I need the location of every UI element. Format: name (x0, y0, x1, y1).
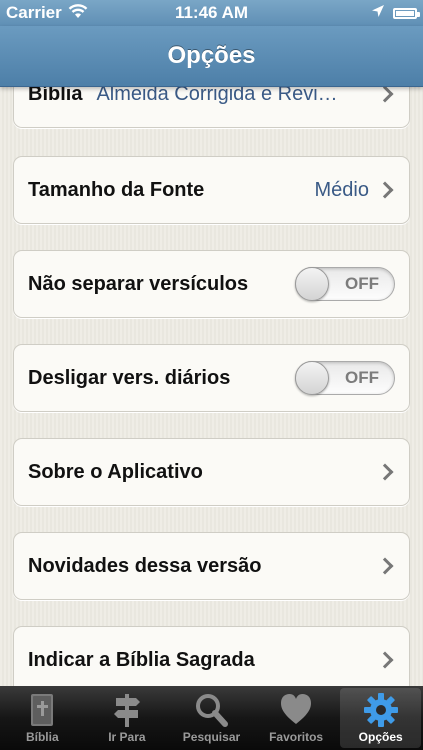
status-bar: Carrier 11:46 AM (0, 0, 423, 26)
status-right (277, 3, 420, 23)
carrier-label: Carrier (6, 3, 62, 22)
daily-verses-toggle[interactable]: OFF (295, 361, 395, 395)
heart-icon (279, 692, 313, 728)
battery-icon (393, 7, 420, 19)
signpost-icon (112, 692, 142, 728)
recommend-app-row[interactable]: Indicar a Bíblia Sagrada (13, 626, 410, 686)
font-size-row[interactable]: Tamanho da Fonte Médio (13, 156, 410, 224)
whats-new-label: Novidades dessa versão (28, 554, 262, 577)
chevron-right-icon (376, 181, 394, 199)
tab-label: Opções (358, 730, 403, 744)
bible-version-label: Bíblia (28, 86, 83, 105)
chevron-right-icon (376, 86, 394, 103)
font-size-label: Tamanho da Fonte (28, 178, 205, 201)
about-app-label: Sobre o Aplicativo (28, 460, 203, 483)
font-size-value: Médio (314, 178, 369, 201)
toggle-state-label: OFF (345, 368, 379, 387)
settings-list[interactable]: Bíblia Almeida Corrigida e Revi… Tamanho… (0, 86, 423, 686)
tab-favoritos[interactable]: Favoritos (256, 688, 337, 748)
chevron-right-icon (376, 651, 394, 669)
status-left: Carrier (6, 3, 146, 24)
clock: 11:46 AM (174, 3, 249, 22)
about-app-row[interactable]: Sobre o Aplicativo (13, 438, 410, 506)
tab-label: Ir Para (108, 730, 146, 744)
tab-label: Favoritos (269, 730, 324, 744)
toggle-knob (295, 361, 329, 395)
chevron-right-icon (376, 463, 394, 481)
daily-verses-label: Desligar vers. diários (28, 366, 231, 389)
bible-version-row[interactable]: Bíblia Almeida Corrigida e Revi… (13, 86, 410, 128)
tab-label: Bíblia (25, 730, 59, 744)
chevron-right-icon (376, 557, 394, 575)
location-arrow-icon (371, 3, 385, 23)
bible-version-value: Almeida Corrigida e Revi… (96, 86, 338, 105)
search-icon (194, 692, 229, 728)
tab-label: Pesquisar (182, 730, 241, 744)
whats-new-row[interactable]: Novidades dessa versão (13, 532, 410, 600)
tab-ir-para[interactable]: Ir Para (87, 688, 168, 748)
bible-icon (29, 692, 55, 728)
tab-bar: Bíblia Ir Para Pesquisar Favoritos Opçõe… (0, 686, 423, 750)
separate-verses-toggle[interactable]: OFF (295, 267, 395, 301)
recommend-app-label: Indicar a Bíblia Sagrada (28, 648, 255, 671)
tab-opcoes[interactable]: Opções (340, 688, 421, 748)
tab-pesquisar[interactable]: Pesquisar (171, 688, 252, 748)
navigation-bar: Opções (0, 26, 423, 87)
page-title: Opções (167, 42, 256, 69)
toggle-state-label: OFF (345, 274, 379, 293)
tab-biblia[interactable]: Bíblia (2, 688, 83, 748)
gear-icon (363, 692, 399, 728)
separate-verses-row: Não separar versículos OFF (13, 250, 410, 318)
wifi-icon (68, 3, 88, 24)
separate-verses-label: Não separar versículos (28, 272, 249, 295)
daily-verses-row: Desligar vers. diários OFF (13, 344, 410, 412)
toggle-knob (295, 267, 329, 301)
